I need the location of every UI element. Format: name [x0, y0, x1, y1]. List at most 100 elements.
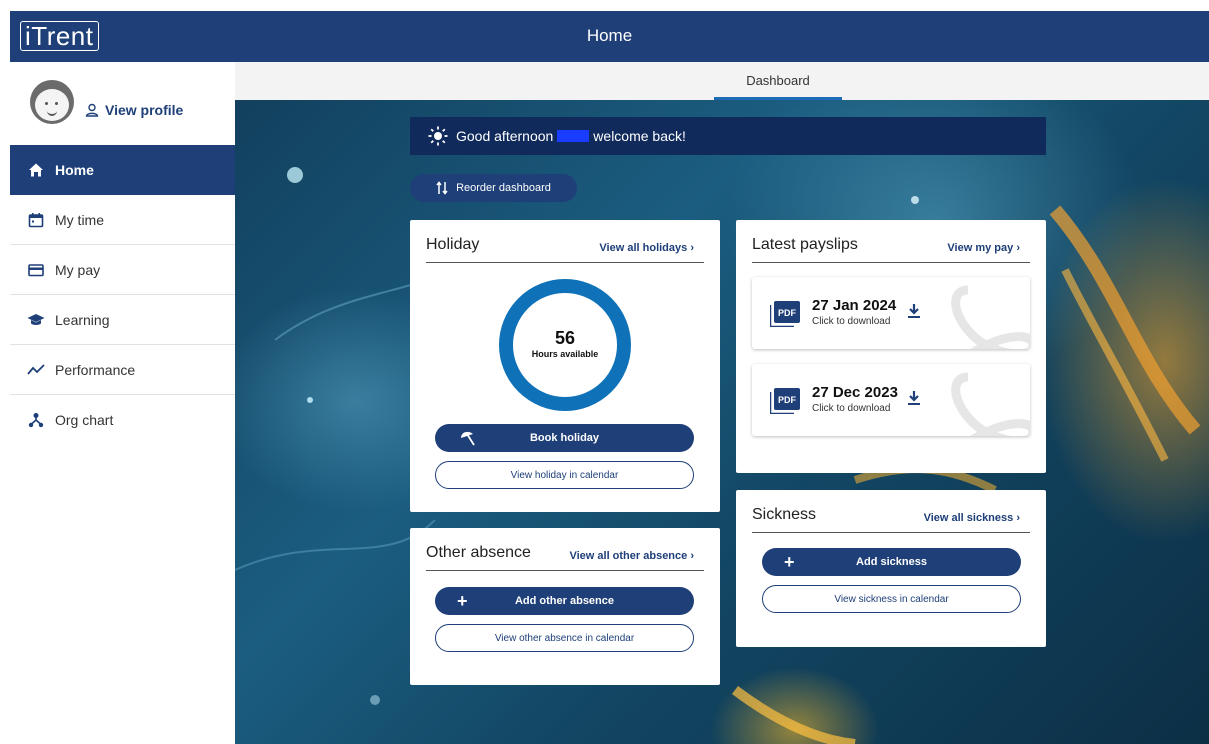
- view-profile-link[interactable]: View profile: [85, 102, 183, 118]
- greeting-prefix: Good afternoon: [456, 128, 554, 144]
- link-label: View all other absence: [569, 550, 688, 562]
- greeting-banner: Good afternoon welcome back!: [410, 117, 1046, 155]
- background-helix-image: [235, 167, 1201, 744]
- hours-value: 56: [554, 328, 576, 348]
- sun-icon: [428, 126, 448, 146]
- calendar-icon: [27, 211, 45, 229]
- card-icon: [27, 261, 45, 279]
- sidebar-item-label: Performance: [55, 361, 136, 378]
- view-all-holidays-link[interactable]: View all holidays ›: [599, 242, 694, 254]
- chevron-right-icon: ›: [690, 550, 694, 562]
- sidebar-nav: Home My time My pay Learning Performance…: [10, 145, 235, 445]
- avatar-eye-icon: [55, 102, 58, 105]
- payslip-date: 27 Jan 2024: [812, 297, 897, 314]
- profile-section: View profile: [10, 62, 235, 144]
- sickness-card-header: Sickness View all sickness ›: [752, 504, 1030, 533]
- reorder-dashboard-button[interactable]: Reorder dashboard: [410, 174, 577, 202]
- sidebar-item-performance[interactable]: Performance: [10, 345, 235, 395]
- payslips-title: Latest payslips: [752, 236, 858, 253]
- plus-icon: +: [457, 591, 468, 611]
- view-holiday-calendar-label: View holiday in calendar: [510, 469, 619, 481]
- user-icon: [85, 103, 99, 117]
- top-bar: iTrent Home: [10, 11, 1209, 62]
- tab-label: Dashboard: [746, 73, 810, 88]
- view-all-other-absence-link[interactable]: View all other absence ›: [569, 550, 694, 562]
- view-my-pay-link[interactable]: View my pay ›: [947, 242, 1020, 254]
- chevron-right-icon: ›: [1016, 512, 1020, 524]
- payslip-download-hint: Click to download: [812, 316, 891, 327]
- redacted-name: [557, 130, 590, 142]
- book-holiday-button[interactable]: Book holiday: [435, 424, 694, 452]
- link-label: View my pay: [947, 242, 1014, 254]
- chevron-right-icon: ›: [1016, 242, 1020, 254]
- sidebar-item-learning[interactable]: Learning: [10, 295, 235, 345]
- sickness-card: Sickness View all sickness › + Add sickn…: [736, 490, 1046, 647]
- view-holiday-calendar-button[interactable]: View holiday in calendar: [435, 461, 694, 489]
- holiday-card: Holiday View all holidays › 56 Hours ava…: [410, 220, 720, 512]
- sidebar-item-label: My time: [55, 211, 104, 228]
- sidebar-item-home[interactable]: Home: [10, 145, 235, 195]
- download-icon[interactable]: [907, 303, 921, 319]
- plus-icon: +: [784, 552, 795, 572]
- svg-text:PDF: PDF: [778, 395, 797, 405]
- pdf-file-icon: PDF: [770, 388, 800, 414]
- holiday-title: Holiday: [426, 236, 480, 253]
- payslip-date: 27 Dec 2023: [812, 384, 898, 401]
- graduation-cap-icon: [27, 311, 45, 329]
- sidebar-item-label: Home: [55, 162, 94, 178]
- sidebar-item-label: Org chart: [55, 412, 114, 428]
- sickness-title: Sickness: [752, 506, 817, 523]
- link-label: View all holidays: [599, 242, 688, 254]
- sidebar: View profile Home My time My pay Learnin…: [10, 62, 235, 744]
- holiday-card-header: Holiday View all holidays ›: [426, 234, 704, 263]
- payslips-card-header: Latest payslips View my pay ›: [752, 234, 1030, 263]
- other-absence-card: Other absence View all other absence › +…: [410, 528, 720, 685]
- add-other-absence-label: Add other absence: [514, 595, 615, 607]
- sidebar-item-label: My pay: [55, 261, 101, 278]
- view-sickness-calendar-label: View sickness in calendar: [834, 593, 949, 605]
- pdf-watermark-icon: [951, 372, 1030, 436]
- greeting-suffix: welcome back!: [593, 128, 686, 144]
- sidebar-item-my-pay[interactable]: My pay: [10, 245, 235, 295]
- payslips-card: Latest payslips View my pay › PDF 27 Jan…: [736, 220, 1046, 473]
- avatar-face-icon: [35, 89, 69, 121]
- org-chart-icon: [27, 411, 45, 429]
- other-absence-card-header: Other absence View all other absence ›: [426, 542, 704, 571]
- view-profile-label: View profile: [105, 102, 184, 118]
- download-icon[interactable]: [907, 390, 921, 406]
- home-icon: [27, 161, 45, 179]
- payslip-item[interactable]: PDF 27 Jan 2024 Click to download: [752, 277, 1030, 349]
- view-other-absence-calendar-label: View other absence in calendar: [494, 632, 635, 644]
- avatar-mouth-icon: [47, 110, 57, 116]
- sidebar-item-org-chart[interactable]: Org chart: [10, 395, 235, 445]
- trend-icon: [27, 361, 45, 379]
- avatar-eye-icon: [45, 102, 48, 105]
- link-label: View all sickness: [923, 512, 1014, 524]
- sort-arrows-icon: [436, 181, 448, 195]
- hours-available-display: 56 Hours available: [498, 328, 632, 359]
- add-sickness-button[interactable]: + Add sickness: [762, 548, 1021, 576]
- hours-label: Hours available: [531, 349, 599, 359]
- beach-umbrella-icon: [461, 431, 475, 446]
- sidebar-item-my-time[interactable]: My time: [10, 195, 235, 245]
- dashboard-area: Good afternoon welcome back! Reorder das…: [235, 100, 1209, 744]
- svg-text:PDF: PDF: [778, 308, 797, 318]
- chevron-right-icon: ›: [690, 242, 694, 254]
- view-other-absence-calendar-button[interactable]: View other absence in calendar: [435, 624, 694, 652]
- tab-dashboard[interactable]: Dashboard: [714, 62, 842, 100]
- pdf-watermark-icon: [951, 285, 1030, 349]
- add-other-absence-button[interactable]: + Add other absence: [435, 587, 694, 615]
- add-sickness-label: Add sickness: [856, 556, 927, 568]
- payslip-download-hint: Click to download: [812, 403, 891, 414]
- pdf-file-icon: PDF: [770, 301, 800, 327]
- tab-bar: Dashboard: [235, 62, 1209, 100]
- reorder-label: Reorder dashboard: [456, 182, 551, 194]
- book-holiday-label: Book holiday: [529, 432, 600, 444]
- avatar: [30, 80, 74, 124]
- payslip-item[interactable]: PDF 27 Dec 2023 Click to download: [752, 364, 1030, 436]
- view-all-sickness-link[interactable]: View all sickness ›: [924, 512, 1020, 524]
- view-sickness-calendar-button[interactable]: View sickness in calendar: [762, 585, 1021, 613]
- page-title: Home: [586, 26, 633, 45]
- sidebar-item-label: Learning: [55, 311, 110, 328]
- other-absence-title: Other absence: [426, 544, 531, 561]
